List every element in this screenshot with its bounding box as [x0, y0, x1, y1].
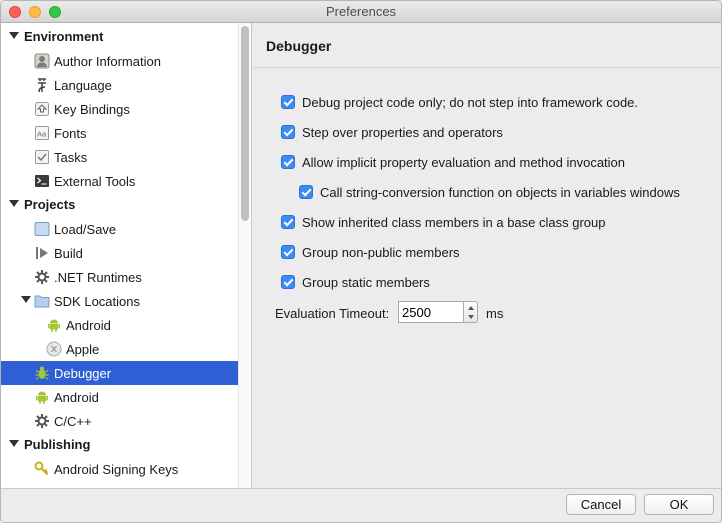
checkbox-checked[interactable]	[299, 185, 313, 199]
sidebar-item-android[interactable]: Android	[1, 385, 238, 409]
sidebar-item-sdk-locations[interactable]: SDK Locations	[1, 289, 238, 313]
stepper-up-icon[interactable]	[468, 306, 474, 310]
sidebar-item-label: Key Bindings	[54, 102, 130, 117]
xcode-icon	[46, 341, 62, 357]
sidebar-item-sdk-apple[interactable]: Apple	[1, 337, 238, 361]
category-publishing[interactable]: Publishing	[1, 433, 238, 457]
sidebar-item-label: Android Signing Keys	[54, 462, 179, 477]
dialog-footer: Cancel OK	[1, 488, 721, 522]
sidebar-item-label: Apple	[66, 342, 100, 357]
window-title: Preferences	[325, 4, 397, 19]
svg-text:Aa: Aa	[37, 130, 47, 139]
option-label: Debug project code only; do not step int…	[302, 95, 639, 110]
sidebar-item-tasks[interactable]: Tasks	[1, 145, 238, 169]
terminal-icon	[34, 173, 50, 189]
stepper-down-icon[interactable]	[468, 315, 474, 319]
android-icon	[46, 317, 62, 333]
preferences-window: Preferences Environment Author Informati…	[0, 0, 722, 523]
checkbox-checked[interactable]	[281, 245, 295, 259]
sidebar-item-load-save[interactable]: Load/Save	[1, 217, 238, 241]
cancel-button[interactable]: Cancel	[566, 494, 636, 515]
disclosure-expanded-icon[interactable]	[21, 296, 31, 303]
load-save-icon	[34, 221, 50, 237]
sidebar-item-c-cpp[interactable]: C/C++	[1, 409, 238, 433]
sidebar-item-label: Build	[54, 246, 83, 261]
debugger-panel: Debugger Debug project code only; do not…	[253, 23, 721, 488]
key-icon	[34, 101, 50, 117]
sidebar-item-label: Language	[54, 78, 112, 93]
android-icon	[34, 389, 50, 405]
checkbox-checked[interactable]	[281, 155, 295, 169]
build-play-icon	[34, 245, 50, 261]
checkbox-checked[interactable]	[281, 95, 295, 109]
sidebar-item-label: SDK Locations	[54, 294, 140, 309]
bug-icon	[34, 365, 50, 381]
sidebar-scrollbar-thumb[interactable]	[241, 26, 249, 221]
sidebar-item-label: .NET Runtimes	[54, 270, 142, 285]
sidebar-item-label: C/C++	[54, 414, 92, 429]
timeout-stepper[interactable]	[463, 301, 478, 323]
sidebar-item-label: Load/Save	[54, 222, 117, 237]
sidebar-item-label: Fonts	[54, 126, 87, 141]
sidebar-item-sdk-android[interactable]: Android	[1, 313, 238, 337]
checkbox-checked[interactable]	[281, 275, 295, 289]
option-label: Group static members	[302, 275, 430, 290]
disclosure-expanded-icon[interactable]	[9, 200, 19, 207]
folder-icon	[34, 293, 50, 309]
evaluation-timeout-input[interactable]	[398, 301, 464, 323]
option-label: Allow implicit property evaluation and m…	[302, 155, 626, 170]
category-label: Projects	[24, 197, 76, 212]
panel-header: Debugger	[253, 23, 721, 68]
preferences-sidebar: Environment Author Information Language …	[1, 23, 252, 488]
sidebar-item-label: Author Information	[54, 54, 161, 69]
option-label: Call string-conversion function on objec…	[320, 185, 680, 200]
sidebar-item-label: Android	[54, 390, 99, 405]
option-label: Step over properties and operators	[302, 125, 503, 140]
evaluation-timeout-label: Evaluation Timeout:	[275, 306, 390, 321]
timeout-unit: ms	[486, 306, 504, 321]
disclosure-expanded-icon[interactable]	[9, 440, 19, 447]
person-card-icon	[34, 53, 50, 69]
sidebar-item-label: External Tools	[54, 174, 136, 189]
sidebar-item-label: Tasks	[54, 150, 88, 165]
gear-icon	[34, 413, 50, 429]
sidebar-item-label: Debugger	[54, 366, 112, 381]
key-icon	[34, 461, 50, 477]
sidebar-item-author-information[interactable]: Author Information	[1, 49, 238, 73]
sidebar-item-label: Android	[66, 318, 111, 333]
task-check-icon	[34, 149, 50, 165]
sidebar-item-android-signing-keys[interactable]: Android Signing Keys	[1, 457, 238, 481]
category-label: Publishing	[24, 437, 91, 452]
sidebar-item-debugger[interactable]: Debugger	[1, 361, 238, 385]
category-label: Environment	[24, 29, 104, 44]
disclosure-expanded-icon[interactable]	[9, 32, 19, 39]
sidebar-item-build[interactable]: Build	[1, 241, 238, 265]
category-projects[interactable]: Projects	[1, 193, 238, 217]
checkbox-checked[interactable]	[281, 215, 295, 229]
title-bar: Preferences	[1, 1, 721, 23]
ok-button[interactable]: OK	[644, 494, 714, 515]
page-title: Debugger	[266, 38, 332, 54]
sidebar-item-net-runtimes[interactable]: .NET Runtimes	[1, 265, 238, 289]
category-environment[interactable]: Environment	[1, 25, 238, 49]
font-icon: Aa	[34, 125, 50, 141]
sidebar-item-language[interactable]: Language	[1, 73, 238, 97]
sidebar-item-key-bindings[interactable]: Key Bindings	[1, 97, 238, 121]
sidebar-item-fonts[interactable]: Aa Fonts	[1, 121, 238, 145]
language-glyph-icon	[34, 77, 50, 93]
option-label: Show inherited class members in a base c…	[302, 215, 606, 230]
gear-icon	[34, 269, 50, 285]
option-label: Group non-public members	[302, 245, 460, 260]
checkbox-checked[interactable]	[281, 125, 295, 139]
sidebar-item-external-tools[interactable]: External Tools	[1, 169, 238, 193]
